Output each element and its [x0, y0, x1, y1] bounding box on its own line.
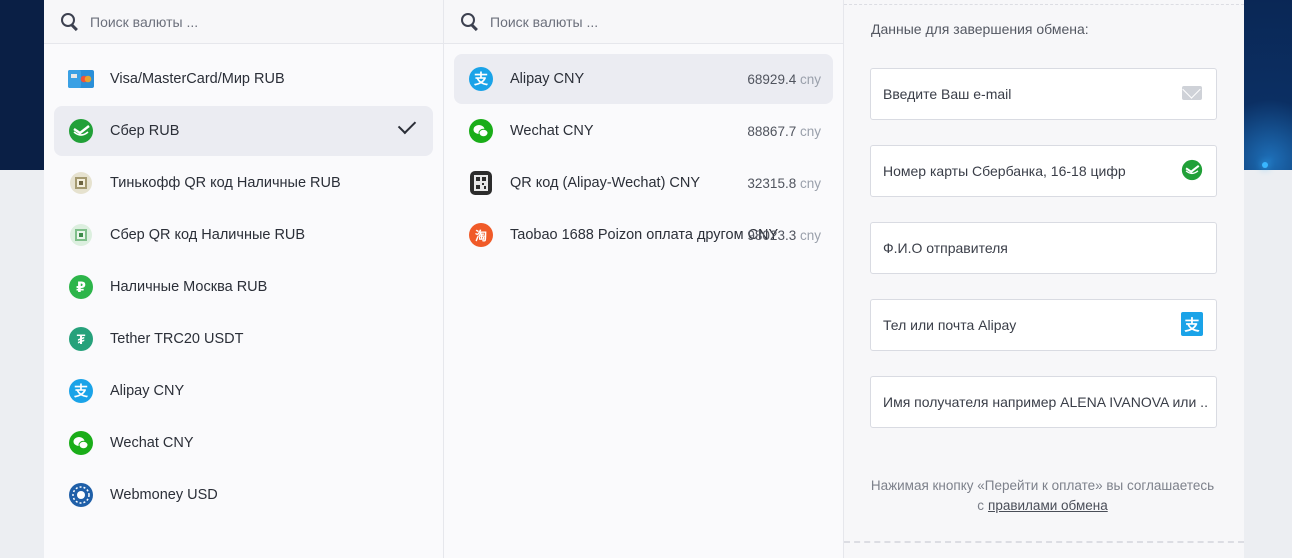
currency-label: Сбер QR код Наличные RUB: [110, 227, 306, 243]
taobao-icon: 淘: [468, 222, 494, 248]
give-search-input[interactable]: [88, 12, 392, 31]
get-search-bar: [444, 0, 843, 44]
list-item[interactable]: Webmoney USD: [54, 470, 433, 520]
get-currency-panel: 支 Alipay CNY 68929.4 cny Wechat CNY 8886…: [444, 0, 844, 558]
list-item[interactable]: QR код (Alipay-Wechat) CNY 32315.8 cny: [454, 158, 833, 208]
recipient-name-input[interactable]: [881, 393, 1210, 411]
list-item[interactable]: Visa/MasterCard/Мир RUB: [54, 54, 433, 104]
currency-label: Visa/MasterCard/Мир RUB: [110, 71, 285, 87]
search-icon: [60, 12, 80, 32]
ruble-icon: ₽: [68, 274, 94, 300]
card-icon: [68, 66, 94, 92]
reserve-amount: 88867.7 cny: [747, 123, 821, 139]
get-currency-list: 支 Alipay CNY 68929.4 cny Wechat CNY 8886…: [444, 44, 843, 260]
alipay-icon: 支: [468, 66, 494, 92]
list-item[interactable]: Сбер QR код Наличные RUB: [54, 210, 433, 260]
currency-label: Wechat CNY: [110, 435, 194, 451]
recipient-name-field[interactable]: [870, 376, 1217, 428]
list-item[interactable]: 支 Alipay CNY: [54, 366, 433, 416]
currency-label: Tether TRC20 USDT: [110, 331, 244, 347]
search-icon: [460, 12, 480, 32]
email-input[interactable]: [881, 85, 1175, 103]
tether-icon: ₮: [68, 326, 94, 352]
alipay-account-input[interactable]: [881, 316, 1175, 334]
list-item[interactable]: ₽ Наличные Москва RUB: [54, 262, 433, 312]
exchange-form-panel: Данные для завершения обмена: 支 Нажимая …: [844, 0, 1244, 558]
list-item[interactable]: Wechat CNY: [54, 418, 433, 468]
give-search-bar: [44, 0, 443, 44]
list-item[interactable]: ₮ Tether TRC20 USDT: [54, 314, 433, 364]
sber-icon: [1181, 159, 1203, 181]
currency-label: Alipay CNY: [110, 383, 185, 399]
currency-label: Тинькофф QR код Наличные RUB: [110, 175, 341, 191]
give-currency-list: Visa/MasterCard/Мир RUB Сбер RUB Тинькоф…: [44, 44, 443, 520]
divider: [844, 541, 1244, 543]
alipay-icon: 支: [1181, 312, 1203, 336]
get-search-input[interactable]: [488, 12, 792, 31]
email-field[interactable]: [870, 68, 1217, 120]
alipay-account-field[interactable]: 支: [870, 299, 1217, 351]
decorative-dot: [1262, 162, 1268, 168]
card-number-input[interactable]: [881, 162, 1175, 180]
list-item[interactable]: Тинькофф QR код Наличные RUB: [54, 158, 433, 208]
mail-icon: [1181, 82, 1203, 104]
currency-label: Webmoney USD: [110, 487, 218, 503]
list-item[interactable]: 淘 Taobao 1688 Poizon оплата другом CNY 9…: [454, 210, 833, 260]
list-item[interactable]: Wechat CNY 88867.7 cny: [454, 106, 833, 156]
reserve-amount: 32315.8 cny: [747, 175, 821, 191]
reserve-amount: 68929.4 cny: [747, 71, 821, 87]
list-item[interactable]: 支 Alipay CNY 68929.4 cny: [454, 54, 833, 104]
sber-icon: [68, 118, 94, 144]
wechat-icon: [68, 430, 94, 456]
sender-name-field[interactable]: [870, 222, 1217, 274]
sber-qr-icon: [68, 222, 94, 248]
currency-label: Наличные Москва RUB: [110, 279, 268, 295]
alipay-icon: 支: [68, 378, 94, 404]
wechat-icon: [468, 118, 494, 144]
divider: [844, 4, 1244, 5]
reserve-amount: 98023.3 cny: [747, 227, 821, 243]
give-currency-panel: Visa/MasterCard/Мир RUB Сбер RUB Тинькоф…: [44, 0, 444, 558]
list-item[interactable]: Сбер RUB: [54, 106, 433, 156]
sender-name-input[interactable]: [881, 239, 1175, 257]
agreement-note: Нажимая кнопку «Перейти к оплате» вы сог…: [870, 476, 1215, 516]
qr-code-icon: [468, 170, 494, 196]
webmoney-icon: [68, 482, 94, 508]
form-title: Данные для завершения обмена:: [871, 21, 1089, 37]
rules-link[interactable]: правилами обмена: [988, 498, 1108, 513]
tinkoff-qr-icon: [68, 170, 94, 196]
currency-label: Сбер RUB: [110, 123, 180, 139]
card-field[interactable]: [870, 145, 1217, 197]
